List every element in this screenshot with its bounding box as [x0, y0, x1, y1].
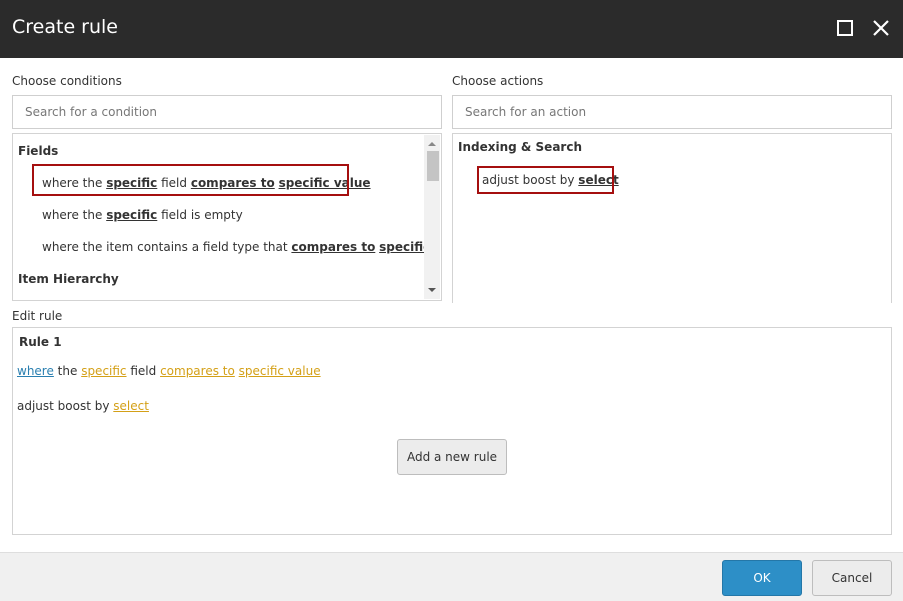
- text-part: field: [126, 364, 161, 378]
- text-part: the: [53, 364, 82, 378]
- specific-value-link[interactable]: specific value: [239, 364, 321, 378]
- action-search-input[interactable]: [452, 95, 892, 129]
- specific-link[interactable]: specific: [106, 208, 157, 222]
- action-item-adjust-boost[interactable]: adjust boost by select: [482, 173, 619, 187]
- scroll-down-icon[interactable]: [427, 285, 437, 295]
- compares-to-link[interactable]: compares to: [191, 176, 275, 190]
- specific-link[interactable]: specific: [379, 240, 430, 254]
- ok-button[interactable]: OK: [722, 560, 802, 596]
- text-part: where the: [42, 176, 107, 190]
- compares-to-link[interactable]: compares to: [291, 240, 375, 254]
- text-part: field: [157, 176, 191, 190]
- specific-link[interactable]: specific: [106, 176, 157, 190]
- specific-value-link[interactable]: specific value: [279, 176, 371, 190]
- actions-list: [452, 133, 892, 303]
- cancel-button[interactable]: Cancel: [812, 560, 892, 596]
- group-heading-item-hierarchy: Item Hierarchy: [18, 272, 119, 286]
- text-part: where the item contains a field type tha…: [42, 240, 292, 254]
- group-heading-fields: Fields: [18, 144, 59, 158]
- rule-condition-line: where the specific field compares to spe…: [17, 364, 321, 378]
- rule-action-line: adjust boost by select: [17, 399, 149, 413]
- specific-link[interactable]: specific: [81, 364, 126, 378]
- dialog-titlebar: Create rule: [0, 0, 903, 58]
- condition-search-input[interactable]: [12, 95, 442, 129]
- conditions-scrollbar[interactable]: [424, 135, 440, 299]
- text-part: field is empty: [157, 208, 243, 222]
- edit-rule-label: Edit rule: [12, 309, 63, 323]
- condition-item-field-compares[interactable]: where the specific field compares to spe…: [42, 176, 371, 190]
- conditions-label: Choose conditions: [12, 74, 122, 88]
- add-new-rule-button[interactable]: Add a new rule: [397, 439, 507, 475]
- dialog-title: Create rule: [12, 16, 118, 38]
- edit-rule-panel: Rule 1 where the specific field compares…: [12, 327, 892, 535]
- select-link[interactable]: select: [113, 399, 149, 413]
- text-part: where the: [42, 208, 107, 222]
- scroll-up-icon[interactable]: [427, 139, 437, 149]
- actions-label: Choose actions: [452, 74, 544, 88]
- text-part: adjust boost by: [482, 173, 579, 187]
- compares-to-link[interactable]: compares to: [160, 364, 235, 378]
- close-icon[interactable]: [870, 17, 892, 39]
- where-link[interactable]: where: [17, 364, 54, 378]
- scroll-thumb[interactable]: [427, 151, 439, 181]
- group-heading-indexing-search: Indexing & Search: [458, 140, 582, 154]
- text-part: adjust boost by: [17, 399, 114, 413]
- maximize-icon[interactable]: [834, 17, 856, 39]
- condition-item-field-type[interactable]: where the item contains a field type tha…: [42, 240, 430, 254]
- condition-item-field-empty[interactable]: where the specific field is empty: [42, 208, 243, 222]
- select-link[interactable]: select: [578, 173, 618, 187]
- rule-title: Rule 1: [19, 335, 62, 349]
